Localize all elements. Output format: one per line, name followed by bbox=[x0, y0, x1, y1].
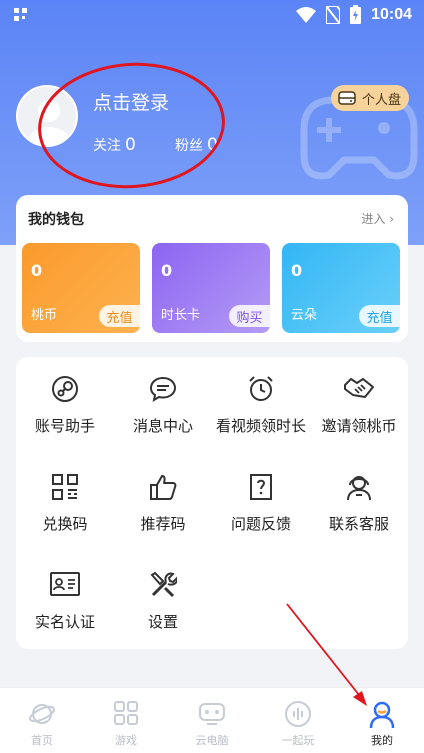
wallet-card-cloud[interactable]: 0 云朵 充值 bbox=[282, 243, 400, 333]
disk-icon bbox=[338, 91, 356, 105]
handshake-icon bbox=[344, 378, 374, 398]
menu-label: 账号助手 bbox=[34, 417, 95, 435]
card-value: 0 bbox=[291, 261, 303, 280]
status-time: 10:04 bbox=[371, 5, 412, 23]
menu-label: 推荐码 bbox=[140, 515, 186, 533]
gamepad-watermark-icon bbox=[300, 96, 418, 180]
no-sim-icon bbox=[326, 5, 341, 24]
tab-home[interactable]: 首页 bbox=[0, 688, 84, 753]
status-bar: 10:04 bbox=[0, 0, 424, 30]
tab-label: 我的 bbox=[371, 734, 393, 747]
menu-label: 兑换码 bbox=[42, 515, 88, 533]
menu-item-customer-service[interactable]: 联系客服 bbox=[310, 455, 408, 535]
id-card-icon bbox=[50, 572, 80, 596]
recharge-button[interactable]: 充值 bbox=[359, 305, 400, 327]
menu-item-feedback[interactable]: 问题反馈 bbox=[212, 455, 310, 535]
card-label: 桃币 bbox=[31, 308, 58, 323]
planet-icon bbox=[29, 704, 55, 724]
message-icon bbox=[149, 376, 177, 403]
tab-games[interactable]: 游戏 bbox=[84, 688, 168, 753]
buy-button[interactable]: 购买 bbox=[229, 305, 270, 327]
qr-code-icon bbox=[52, 474, 78, 500]
menu-item-message-center[interactable]: 消息中心 bbox=[114, 357, 212, 437]
menu-item-settings[interactable]: 设置 bbox=[114, 553, 212, 633]
tab-cloud-pc[interactable]: 云电脑 bbox=[170, 688, 254, 753]
card-label: 云朵 bbox=[291, 308, 318, 323]
tab-play-together[interactable]: 一起玩 bbox=[256, 688, 340, 753]
menu-label: 邀请领桃币 bbox=[321, 417, 397, 435]
wallet-enter-link[interactable]: 进入 › bbox=[361, 210, 394, 227]
feedback-icon bbox=[250, 474, 272, 500]
tab-label: 游戏 bbox=[115, 734, 137, 747]
menu-item-referral-code[interactable]: 推荐码 bbox=[114, 455, 212, 535]
tab-label: 云电脑 bbox=[195, 734, 229, 747]
audio-icon bbox=[285, 701, 311, 727]
steam-icon bbox=[52, 376, 78, 402]
menu-label: 消息中心 bbox=[132, 417, 193, 435]
menu-label: 联系客服 bbox=[328, 515, 389, 533]
bottom-tab-bar: 首页 游戏 云电脑 一起玩 我的 bbox=[0, 687, 424, 753]
menu-label: 看视频领时长 bbox=[215, 417, 306, 435]
wallet-card-peach-coin[interactable]: 0 桃币 充值 bbox=[22, 243, 140, 333]
card-label: 时长卡 bbox=[161, 308, 201, 323]
thumbs-up-icon bbox=[150, 475, 177, 500]
personal-disk-button[interactable]: 个人盘 bbox=[331, 85, 409, 111]
tools-icon bbox=[150, 571, 177, 598]
wallet-card-time-card[interactable]: 0 时长卡 购买 bbox=[152, 243, 270, 333]
alarm-clock-icon bbox=[249, 376, 273, 401]
menu-item-redeem-code[interactable]: 兑换码 bbox=[16, 455, 114, 535]
menu-item-real-name-auth[interactable]: 实名认证 bbox=[16, 553, 114, 633]
wallet-panel: 我的钱包 进入 › 0 桃币 充值 0 时长卡 购买 0 云朵 充值 bbox=[16, 195, 408, 342]
grid-icon bbox=[114, 701, 138, 725]
recharge-button[interactable]: 充值 bbox=[99, 305, 140, 327]
robot-icon bbox=[199, 703, 225, 725]
personal-disk-label: 个人盘 bbox=[362, 92, 402, 108]
menu-label: 设置 bbox=[147, 613, 178, 631]
card-value: 0 bbox=[161, 261, 173, 280]
tab-mine[interactable]: 我的 bbox=[340, 688, 424, 753]
tab-label: 一起玩 bbox=[281, 734, 315, 747]
user-icon bbox=[369, 701, 395, 729]
tab-label: 首页 bbox=[31, 734, 53, 747]
menu-item-watch-video[interactable]: 看视频领时长 bbox=[212, 357, 310, 437]
battery-icon bbox=[350, 5, 362, 24]
menu-item-account-helper[interactable]: 账号助手 bbox=[16, 357, 114, 437]
menu-label: 问题反馈 bbox=[230, 515, 291, 533]
wifi-icon bbox=[296, 6, 317, 23]
card-value: 0 bbox=[31, 261, 43, 280]
customer-service-icon bbox=[347, 476, 371, 501]
app-notification-icon bbox=[14, 8, 27, 21]
menu-item-invite[interactable]: 邀请领桃币 bbox=[310, 357, 408, 437]
menu-label: 实名认证 bbox=[34, 613, 95, 631]
wallet-title: 我的钱包 bbox=[28, 212, 84, 228]
feature-grid: 账号助手 消息中心 看视频领时长 邀请领桃币 兑换码 推荐码 问题反馈 联系客服… bbox=[16, 357, 408, 649]
